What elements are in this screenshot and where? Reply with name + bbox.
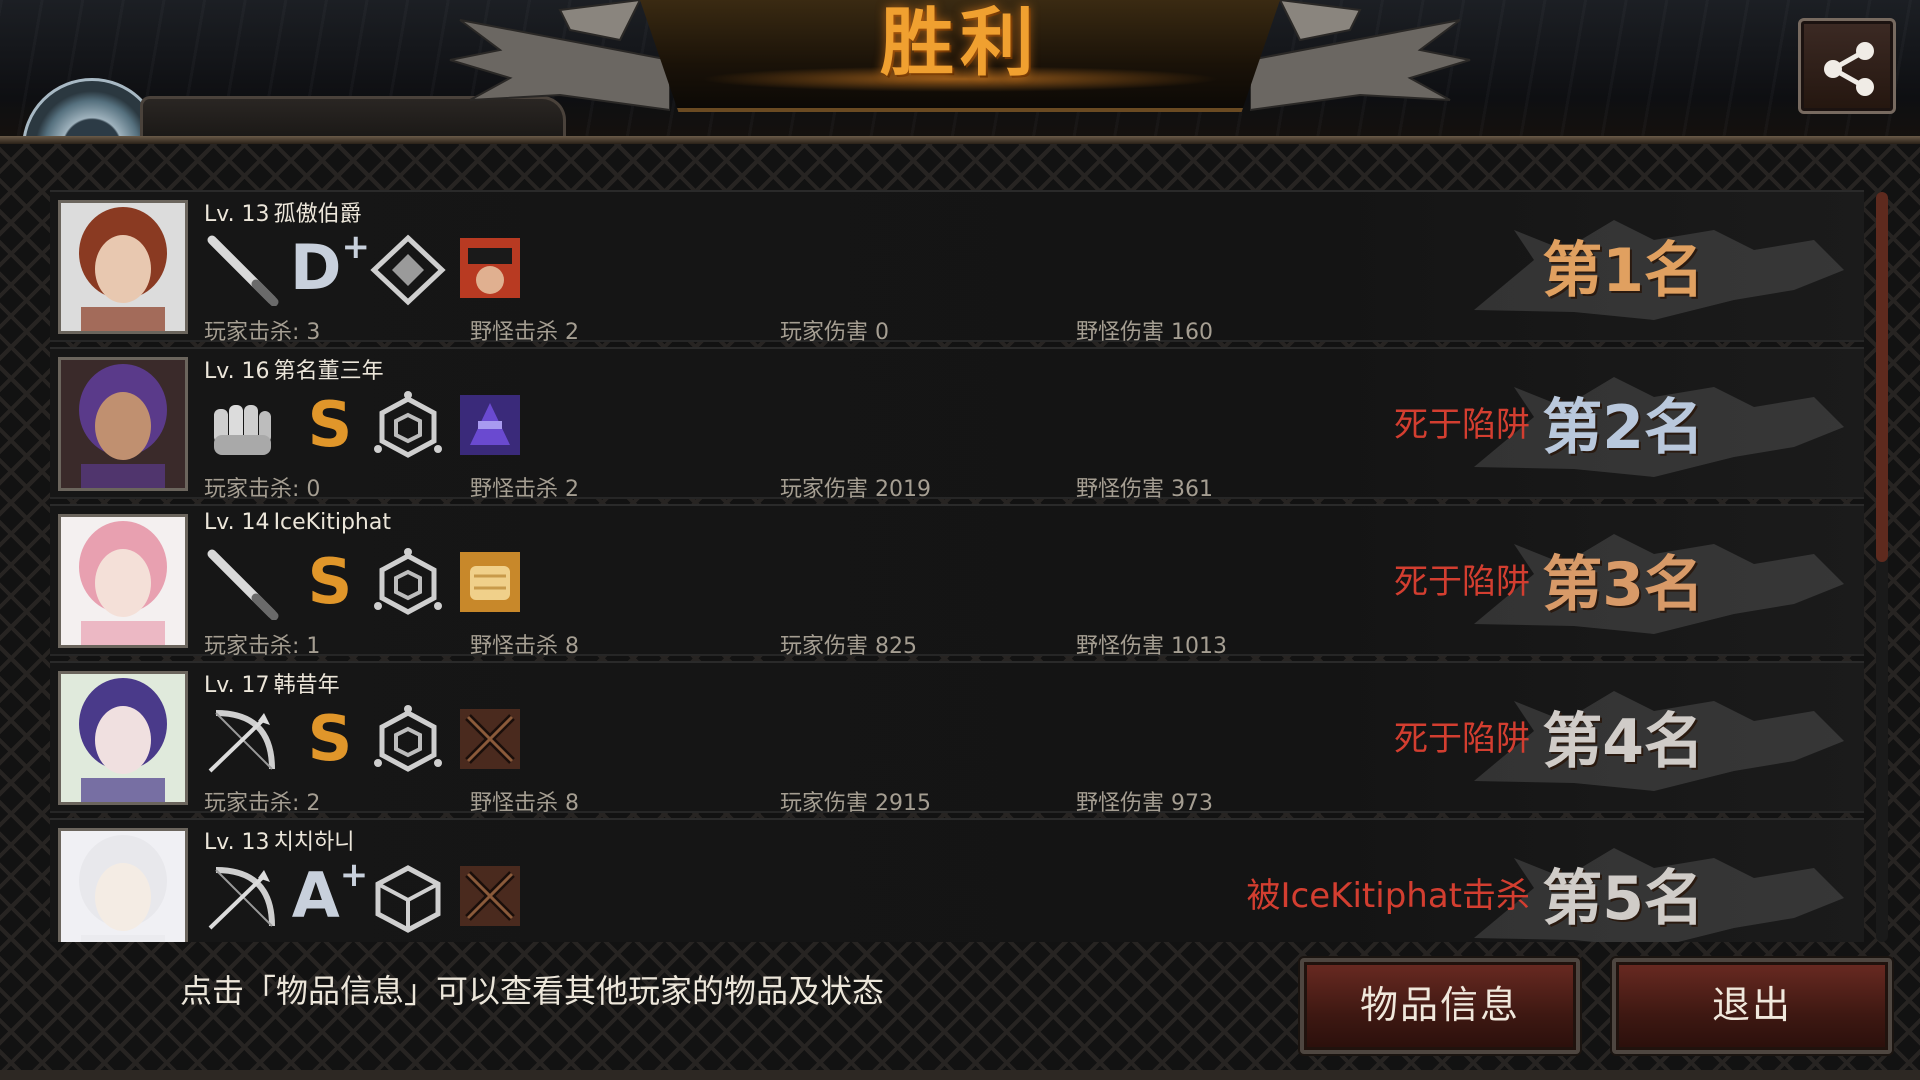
death-cause: 被IceKitiphat击杀 — [1246, 876, 1530, 916]
item-bread-icon[interactable] — [460, 552, 536, 624]
player-kills: 玩家击杀: 2 — [204, 791, 321, 816]
player-avatar[interactable] — [58, 514, 188, 648]
loadout-icons: S — [204, 544, 604, 624]
item-crossed-icon[interactable] — [460, 709, 536, 781]
player-kills: 玩家击杀: 0 — [204, 477, 321, 502]
loadout-icons: S — [204, 701, 604, 781]
item-goggles-icon[interactable] — [460, 238, 536, 310]
player-damage: 玩家伤害 0 — [780, 320, 889, 345]
right-wing-ornament — [1250, 0, 1471, 112]
monster-damage: 野怪伤害 973 — [1076, 791, 1213, 816]
player-avatar[interactable] — [58, 671, 188, 805]
grade-badge: S — [307, 388, 353, 461]
share-icon — [1824, 42, 1874, 96]
player-level: Lv. 14 — [204, 510, 270, 535]
bow-icon — [204, 705, 280, 777]
player-level: Lv. 16 — [204, 359, 270, 384]
cube-rank-icon — [370, 862, 446, 934]
player-row[interactable]: Lv. 17 韩昔年 S 玩家击杀: 2 野怪击杀 8 玩家伤害 2915 野怪伤… — [50, 661, 1864, 816]
item-info-button[interactable]: 物品信息 — [1300, 958, 1580, 1054]
hexagon-rank-icon — [370, 548, 446, 620]
player-level: Lv. 17 — [204, 673, 270, 698]
monster-kills: 野怪击杀 8 — [470, 634, 579, 659]
scrollbar-thumb[interactable] — [1876, 192, 1888, 562]
loadout-icons: S — [204, 387, 604, 467]
player-damage: 玩家伤害 825 — [780, 634, 917, 659]
hexagon-rank-icon — [370, 705, 446, 777]
player-level: Lv. 13 — [204, 202, 270, 227]
player-name: IceKitiphat — [273, 510, 391, 535]
monster-damage: 野怪伤害 160 — [1076, 320, 1213, 345]
death-cause: 死于陷阱 — [1394, 562, 1530, 602]
victory-title: 胜利 — [880, 0, 1040, 86]
item-crossed-icon[interactable] — [460, 866, 536, 938]
monster-kills: 野怪击杀 8 — [470, 791, 579, 816]
placement-rank: 第2名 — [1542, 393, 1704, 463]
player-row[interactable]: Lv. 13 치치하니 A+ 被IceKitiphat击杀 第5名 — [50, 818, 1864, 942]
player-level-name: Lv. 17 韩昔年 — [204, 667, 344, 699]
player-row[interactable]: Lv. 14 IceKitiphat S 玩家击杀: 1 野怪击杀 8 玩家伤害 … — [50, 504, 1864, 659]
loadout-icons: D+ — [204, 230, 604, 310]
player-level-name: Lv. 13 孤傲伯爵 — [204, 196, 366, 228]
player-level-name: Lv. 13 치치하니 — [204, 824, 359, 856]
monster-damage: 野怪伤害 361 — [1076, 477, 1213, 502]
placement-rank: 第4名 — [1542, 707, 1704, 777]
player-row[interactable]: Lv. 13 孤傲伯爵 D+ 玩家击杀: 3 野怪击杀 2 玩家伤害 0 野怪伤害… — [50, 190, 1864, 345]
player-avatar[interactable] — [58, 200, 188, 334]
fist-icon — [204, 391, 280, 463]
player-level-name: Lv. 16 第名董三年 — [204, 353, 388, 385]
monster-damage: 野怪伤害 1013 — [1076, 634, 1227, 659]
death-cause: 死于陷阱 — [1394, 405, 1530, 445]
loadout-icons: A+ — [204, 858, 604, 938]
bottom-edge — [0, 1070, 1920, 1080]
grade-badge: S — [307, 702, 353, 775]
share-button[interactable] — [1798, 18, 1896, 114]
player-name: 孤傲伯爵 — [273, 202, 362, 227]
bat-icon — [204, 548, 280, 621]
placement-rank: 第3名 — [1542, 550, 1704, 620]
player-level: Lv. 13 — [204, 830, 270, 855]
placement-rank: 第1名 — [1542, 236, 1704, 306]
panel-top-edge — [0, 136, 1920, 144]
grade-badge: A+ — [291, 855, 369, 932]
placement-rank: 第5名 — [1542, 864, 1704, 934]
grade-badge: D+ — [290, 227, 370, 304]
bow-icon — [204, 862, 280, 934]
exit-button[interactable]: 退出 — [1612, 958, 1892, 1054]
player-name: 치치하니 — [273, 830, 355, 855]
player-damage: 玩家伤害 2019 — [780, 477, 931, 502]
player-name: 韩昔年 — [273, 673, 340, 698]
item-purple-icon[interactable] — [460, 395, 536, 467]
monster-kills: 野怪击杀 2 — [470, 477, 579, 502]
player-result-list[interactable]: Lv. 13 孤傲伯爵 D+ 玩家击杀: 3 野怪击杀 2 玩家伤害 0 野怪伤害… — [50, 190, 1864, 942]
death-cause: 死于陷阱 — [1394, 719, 1530, 759]
player-kills: 玩家击杀: 1 — [204, 634, 321, 659]
player-kills: 玩家击杀: 3 — [204, 320, 321, 345]
player-row[interactable]: Lv. 16 第名董三年 S 玩家击杀: 0 野怪击杀 2 玩家伤害 2019 野… — [50, 347, 1864, 502]
player-avatar[interactable] — [58, 357, 188, 491]
grade-badge: S — [307, 545, 353, 618]
player-avatar[interactable] — [58, 828, 188, 942]
hexagon-rank-icon — [370, 391, 446, 463]
bat-icon — [204, 234, 280, 307]
player-damage: 玩家伤害 2915 — [780, 791, 931, 816]
left-wing-ornament — [449, 0, 670, 112]
player-name: 第名董三年 — [273, 359, 384, 384]
player-level-name: Lv. 14 IceKitiphat — [204, 510, 395, 535]
monster-kills: 野怪击杀 2 — [470, 320, 579, 345]
diamond-rank-icon — [370, 234, 446, 306]
hint-text: 点击「物品信息」可以查看其他玩家的物品及状态 — [180, 972, 885, 1010]
